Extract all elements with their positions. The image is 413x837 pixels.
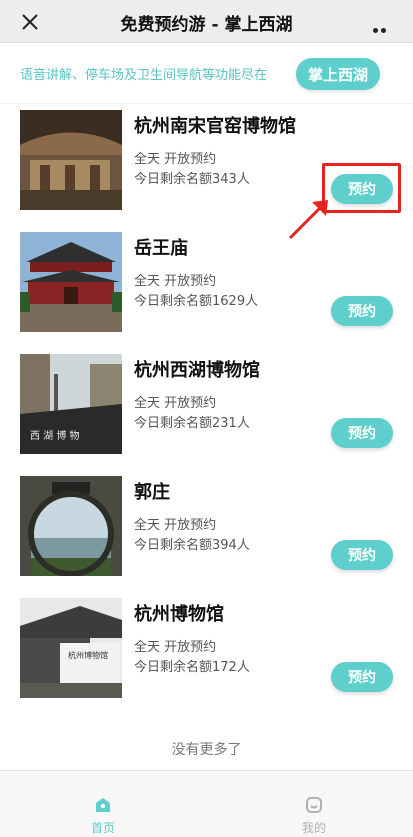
tab-mine[interactable]: 我的 — [206, 771, 412, 837]
user-icon — [306, 797, 322, 813]
screen: 免费预约游 - 掌上西湖 语音讲解、停车场及卫生间导航等功能尽在 掌上西湖 杭州… — [0, 0, 413, 837]
svg-text:西 湖 博 物: 西 湖 博 物 — [30, 429, 80, 442]
venue-quota: 今日剩余名额343人 — [134, 172, 250, 187]
more-dots-icon[interactable] — [373, 18, 395, 52]
promo-bar: 语音讲解、停车场及卫生间导航等功能尽在 掌上西湖 — [0, 44, 413, 104]
book-button[interactable]: 预约 — [331, 418, 393, 448]
venue-availability: 全天 开放预约 — [134, 518, 217, 533]
venue-availability: 全天 开放预约 — [134, 640, 217, 655]
page-title: 免费预约游 - 掌上西湖 — [120, 15, 293, 35]
venue-name: 杭州西湖博物馆 — [134, 360, 260, 381]
home-icon — [96, 798, 110, 812]
venue-item[interactable]: 岳王庙 全天 开放预约 今日剩余名额1629人 预约 — [0, 232, 413, 352]
venue-thumbnail — [20, 476, 122, 576]
venue-name: 杭州南宋官窑博物馆 — [134, 116, 296, 137]
book-button[interactable]: 预约 — [331, 296, 393, 326]
title-bar: 免费预约游 - 掌上西湖 — [0, 0, 413, 52]
venue-availability: 全天 开放预约 — [134, 152, 217, 167]
venue-thumbnail: 杭州博物馆 — [20, 598, 122, 698]
venue-item[interactable]: 杭州博物馆 杭州博物馆 全天 开放预约 今日剩余名额172人 预约 — [0, 598, 413, 718]
venue-quota: 今日剩余名额394人 — [134, 538, 250, 553]
venue-name: 郭庄 — [134, 482, 170, 503]
tab-bar: 首页 我的 — [0, 770, 413, 837]
venue-item[interactable]: 西 湖 博 物 杭州西湖博物馆 全天 开放预约 今日剩余名额231人 预约 — [0, 354, 413, 474]
open-app-button[interactable]: 掌上西湖 — [296, 58, 380, 90]
venue-item[interactable]: 郭庄 全天 开放预约 今日剩余名额394人 预约 — [0, 476, 413, 596]
book-button[interactable]: 预约 — [331, 540, 393, 570]
venue-quota: 今日剩余名额1629人 — [134, 294, 259, 309]
venue-availability: 全天 开放预约 — [134, 274, 217, 289]
venue-quota: 今日剩余名额231人 — [134, 416, 250, 431]
venue-thumbnail — [20, 232, 122, 332]
venue-name: 杭州博物馆 — [134, 604, 224, 625]
svg-text:杭州博物馆: 杭州博物馆 — [68, 650, 108, 660]
book-button[interactable]: 预约 — [331, 662, 393, 692]
tab-home-label: 首页 — [90, 821, 115, 835]
venue-availability: 全天 开放预约 — [134, 396, 217, 411]
venue-thumbnail — [20, 110, 122, 210]
venue-thumbnail: 西 湖 博 物 — [20, 354, 122, 454]
tab-mine-label: 我的 — [301, 821, 326, 835]
book-button[interactable]: 预约 — [331, 174, 393, 204]
promo-text: 语音讲解、停车场及卫生间导航等功能尽在 — [20, 68, 268, 83]
venue-name: 岳王庙 — [134, 238, 188, 259]
venue-item[interactable]: 杭州南宋官窑博物馆 全天 开放预约 今日剩余名额343人 预约 — [0, 110, 413, 230]
end-of-list-text: 没有更多了 — [171, 742, 242, 758]
tab-home[interactable]: 首页 — [0, 771, 206, 837]
venue-quota: 今日剩余名额172人 — [134, 660, 250, 675]
